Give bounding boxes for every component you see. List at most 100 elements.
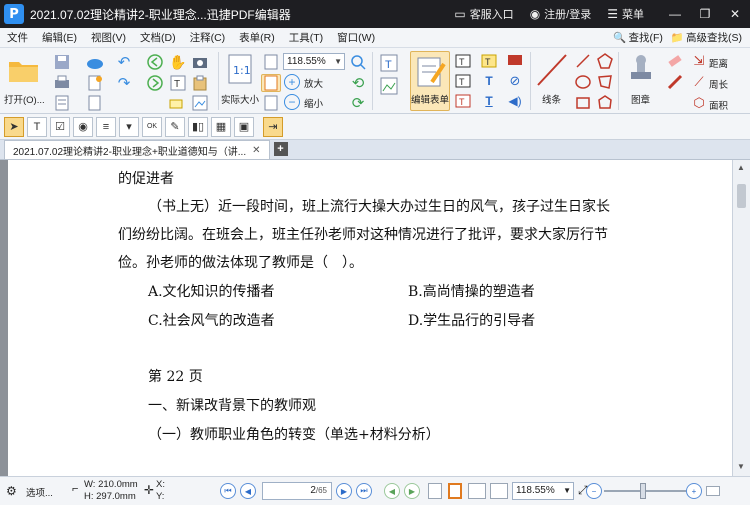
forward-icon[interactable] — [145, 74, 165, 92]
rotate-right-icon[interactable]: ⟳ — [348, 94, 368, 112]
typewriter-icon[interactable]: T — [480, 53, 498, 69]
button-tool-icon[interactable]: OK — [142, 116, 162, 137]
callout-icon[interactable]: T — [454, 93, 472, 109]
stamp-icon[interactable] — [624, 52, 658, 88]
menu-comment[interactable]: 注释(C) — [183, 30, 233, 45]
ellipse-tool-icon[interactable] — [574, 73, 592, 91]
pdf-page[interactable]: 的促进者 （书上无）近一段时间，班上流行大操大办过生日的风气，孩子过生日家长 们… — [8, 160, 732, 476]
scroll-up-icon[interactable]: ▲ — [737, 163, 745, 172]
sound-icon[interactable]: ◀) — [506, 93, 524, 109]
menu-edit[interactable]: 编辑(E) — [35, 30, 84, 45]
main-menu-button[interactable]: ☰ 菜单 — [607, 6, 644, 22]
menu-window[interactable]: 窗口(W) — [330, 30, 382, 45]
open-label[interactable]: 打开(O)... — [4, 92, 45, 106]
pin-tool-icon[interactable]: ⇥ — [263, 116, 283, 137]
login-link[interactable]: ◉ 注册/登录 — [530, 6, 592, 22]
new-document-icon[interactable] — [84, 74, 106, 92]
customer-service-link[interactable]: ▭ 客服入口 — [454, 6, 513, 22]
back-icon[interactable] — [145, 53, 165, 71]
line-tool-icon[interactable] — [535, 52, 569, 88]
single-page-view-icon[interactable] — [428, 483, 442, 499]
combo-box-tool-icon[interactable]: ▾ — [119, 116, 139, 137]
options-button[interactable]: 选项... — [26, 485, 53, 499]
barcode-tool-icon[interactable]: ▮▯ — [188, 116, 208, 137]
zoom-in-button[interactable]: + — [686, 483, 702, 499]
underline-icon[interactable]: T — [480, 93, 498, 109]
perimeter-icon[interactable]: ⟋ — [690, 73, 708, 91]
cloud-icon[interactable] — [84, 53, 106, 71]
text-box-icon[interactable]: T — [454, 73, 472, 89]
rectangle-tool-icon[interactable] — [574, 94, 592, 112]
fit-visible-icon[interactable] — [261, 94, 281, 112]
zoom-in-label[interactable]: 放大 — [304, 76, 323, 90]
continuous-facing-view-icon[interactable] — [490, 483, 508, 499]
zoom-out-label[interactable]: 缩小 — [304, 96, 323, 110]
area-icon[interactable]: ⬡ — [690, 94, 708, 112]
fit-window-icon[interactable] — [706, 486, 720, 496]
scrollbar-thumb[interactable] — [737, 184, 746, 208]
add-text-icon[interactable]: T — [378, 53, 400, 73]
open-folder-icon[interactable] — [6, 54, 42, 86]
text-field-icon[interactable]: T — [454, 53, 472, 69]
radio-tool-icon[interactable]: ◉ — [73, 116, 93, 137]
fit-page-icon[interactable] — [261, 53, 281, 71]
menu-form[interactable]: 表单(R) — [232, 30, 282, 45]
polygon-tool-icon[interactable] — [596, 73, 614, 91]
checkbox-tool-icon[interactable]: ☑ — [50, 116, 70, 137]
continuous-view-icon[interactable] — [448, 483, 462, 499]
zoom-out-button[interactable]: − — [586, 483, 602, 499]
camera-icon[interactable] — [190, 53, 210, 71]
menu-tools[interactable]: 工具(T) — [282, 30, 330, 45]
perimeter-label[interactable]: 周长 — [709, 77, 728, 91]
vertical-scrollbar[interactable]: ▲ ▼ — [732, 160, 750, 476]
hand-tool-icon[interactable]: ✋ — [168, 53, 188, 71]
close-button[interactable]: ✕ — [720, 0, 750, 28]
fit-width-icon[interactable] — [261, 74, 281, 92]
stamp-label[interactable]: 图章 — [631, 92, 650, 106]
next-view-button[interactable]: ▶ — [404, 483, 420, 499]
rotate-left-icon[interactable]: ⟲ — [348, 74, 368, 92]
signature-tool-icon[interactable]: ✎ — [165, 116, 185, 137]
redo-icon[interactable]: ↷ — [114, 74, 134, 92]
select-text-icon[interactable]: T — [168, 74, 188, 92]
advanced-find-button[interactable]: 📁 高级查找(S) — [671, 30, 742, 45]
previous-view-button[interactable]: ◀ — [384, 483, 400, 499]
previous-page-button[interactable]: ◀ — [240, 483, 256, 499]
minimize-button[interactable]: — — [660, 0, 690, 28]
text-field-tool-icon[interactable]: T — [27, 116, 47, 137]
close-tab-icon[interactable]: ✕ — [252, 145, 260, 156]
lines-label[interactable]: 线条 — [542, 92, 561, 106]
arrow-tool-icon[interactable] — [574, 52, 592, 70]
area-label[interactable]: 面积 — [709, 98, 728, 112]
first-page-button[interactable]: ⏮ — [220, 483, 236, 499]
strikeout-icon[interactable]: T — [480, 73, 498, 89]
restore-button[interactable]: ❐ — [690, 0, 720, 28]
zoom-in-icon[interactable]: + — [284, 74, 300, 90]
zoom-slider-thumb[interactable] — [640, 483, 646, 499]
facing-view-icon[interactable] — [468, 483, 486, 499]
pencil-icon[interactable] — [666, 73, 684, 91]
save-icon[interactable] — [52, 53, 72, 71]
menu-document[interactable]: 文档(D) — [133, 30, 183, 45]
add-image-icon[interactable] — [378, 76, 400, 96]
pentagon-tool-icon[interactable] — [596, 52, 614, 70]
next-page-button[interactable]: ▶ — [336, 483, 352, 499]
list-box-tool-icon[interactable]: ≡ — [96, 116, 116, 137]
clipboard-icon[interactable] — [190, 74, 210, 92]
page-number-input[interactable]: 2/65 — [262, 482, 332, 500]
image-tool-icon[interactable]: ▣ — [234, 116, 254, 137]
actual-size-icon[interactable]: 1:1 — [225, 54, 255, 84]
gear-icon[interactable]: ⚙ — [6, 484, 17, 498]
status-zoom-select[interactable]: 118.55% ▼ — [512, 482, 574, 500]
find-button[interactable]: 🔍 查找(F) — [613, 30, 663, 45]
zoom-tool-icon[interactable] — [348, 53, 368, 71]
eraser-icon[interactable] — [666, 52, 684, 70]
last-page-button[interactable]: ⏭ — [356, 483, 372, 499]
document-viewport[interactable]: 的促进者 （书上无）近一段时间，班上流行大操大办过生日的风气，孩子过生日家长 们… — [0, 160, 750, 476]
zoom-select[interactable]: 118.55% ▼ — [283, 53, 345, 70]
distance-label[interactable]: 距离 — [709, 56, 728, 70]
cloud-shape-icon[interactable] — [596, 94, 614, 112]
export-icon[interactable] — [84, 94, 106, 112]
distance-icon[interactable]: ⇲ — [690, 52, 708, 70]
menu-view[interactable]: 视图(V) — [84, 30, 133, 45]
